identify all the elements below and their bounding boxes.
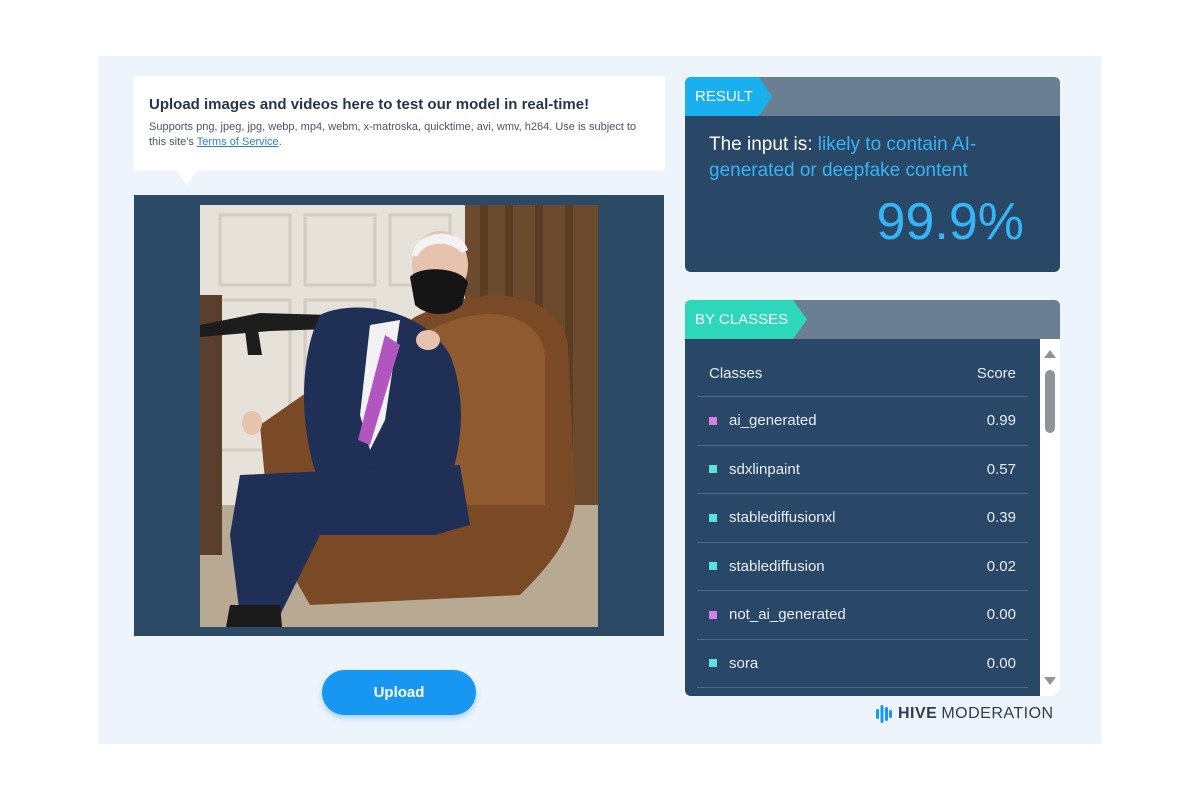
info-description: Supports png, jpeg, jpg, webp, mp4, webm… — [149, 120, 649, 150]
result-prefix: The input is: — [709, 134, 818, 155]
image-preview-panel — [134, 195, 664, 636]
classes-column-header: Classes — [709, 364, 763, 382]
hive-moderation-logo: HIVE MODERATION — [876, 703, 1054, 725]
upload-info-card: Upload images and videos here to test ou… — [133, 76, 665, 170]
result-header: RESULT — [685, 77, 1060, 116]
by-classes-card: BY CLASSES Classes Score ai_generated 0.… — [685, 300, 1060, 696]
uploaded-image — [200, 205, 598, 627]
class-score: 0.39 — [986, 509, 1016, 527]
result-card: RESULT The input is: likely to contain A… — [685, 77, 1060, 272]
class-color-square — [709, 465, 717, 474]
class-score: 0.00 — [986, 654, 1016, 672]
class-name: stablediffusionxl — [729, 509, 836, 527]
scroll-down-arrow-icon[interactable] — [1044, 677, 1056, 685]
result-statement: The input is: likely to contain AI-gener… — [709, 132, 1036, 184]
class-color-square — [709, 562, 717, 571]
info-card-pointer — [176, 170, 198, 185]
uploaded-image-preview — [200, 205, 598, 627]
scroll-up-arrow-icon[interactable] — [1044, 350, 1056, 358]
classes-header: BY CLASSES — [685, 300, 1060, 339]
score-column-header: Score — [976, 364, 1016, 382]
classes-table-header: Classes Score — [697, 350, 1028, 397]
class-name: sdxlinpaint — [729, 460, 800, 478]
table-row: sora 0.00 — [697, 640, 1028, 688]
terms-suffix: . — [278, 136, 282, 148]
scrollbar-thumb[interactable] — [1045, 370, 1055, 433]
classes-scrollbar[interactable] — [1040, 339, 1060, 696]
table-row: sdxlinpaint 0.57 — [697, 446, 1028, 494]
class-color-square — [709, 416, 717, 425]
terms-of-service-link[interactable]: Terms of Service — [197, 136, 279, 148]
class-color-square — [709, 513, 717, 522]
class-name: not_ai_generated — [729, 606, 846, 624]
hive-logo-icon — [876, 705, 892, 723]
logo-text-bold: HIVE — [898, 705, 938, 722]
table-row: stablediffusion 0.02 — [697, 543, 1028, 591]
info-title: Upload images and videos here to test ou… — [149, 96, 590, 113]
class-name: ai_generated — [729, 412, 817, 430]
class-score: 0.02 — [986, 557, 1016, 575]
result-tag: RESULT — [685, 77, 772, 116]
table-row: ai_generated 0.99 — [697, 397, 1028, 446]
class-name: sora — [729, 654, 759, 672]
result-body: The input is: likely to contain AI-gener… — [685, 116, 1060, 184]
class-score: 0.99 — [986, 412, 1016, 430]
class-color-square — [709, 610, 717, 619]
by-classes-tag: BY CLASSES — [685, 300, 807, 339]
class-color-square — [709, 659, 717, 668]
upload-button[interactable]: Upload — [322, 670, 476, 715]
table-row: not_ai_generated 0.00 — [697, 591, 1028, 640]
result-percentage: 99.9% — [876, 193, 1024, 251]
classes-table: Classes Score ai_generated 0.99 sdxlinpa… — [697, 350, 1028, 688]
class-score: 0.00 — [986, 606, 1016, 624]
class-name: stablediffusion — [729, 557, 825, 575]
table-row: stablediffusionxl 0.39 — [697, 494, 1028, 543]
logo-text-rest: MODERATION — [941, 705, 1054, 722]
class-score: 0.57 — [986, 460, 1016, 478]
